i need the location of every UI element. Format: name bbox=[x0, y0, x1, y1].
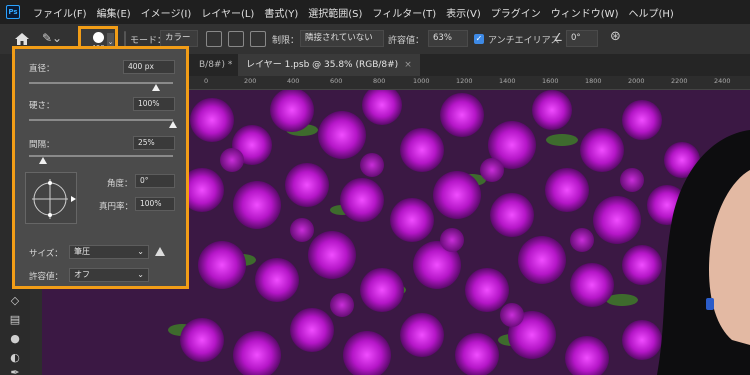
horizontal-ruler: 0 200 400 600 800 1000 1200 1400 1600 18… bbox=[184, 76, 750, 90]
ruler-label: 1600 bbox=[542, 77, 559, 85]
menu-window[interactable]: ウィンドウ(W) bbox=[546, 5, 624, 20]
menu-filter[interactable]: フィルター(T) bbox=[367, 5, 441, 20]
menu-select[interactable]: 選択範囲(S) bbox=[303, 5, 367, 20]
size-control-select[interactable]: 筆圧 ⌄ bbox=[69, 245, 149, 259]
diameter-input[interactable]: 400 px bbox=[123, 60, 175, 74]
document-tab-2-label: レイヤー 1.psb @ 35.8% (RGB/8#) bbox=[246, 60, 399, 70]
ruler-label: 1200 bbox=[456, 77, 473, 85]
ruler-label: 1000 bbox=[413, 77, 430, 85]
hardness-slider-thumb[interactable] bbox=[169, 121, 177, 128]
pressure-size-icon[interactable]: ⊛ bbox=[610, 29, 621, 44]
antialias-checkbox[interactable]: ✓ bbox=[474, 34, 484, 44]
home-icon[interactable] bbox=[14, 32, 30, 46]
tolerance-control-label: 許容値： bbox=[29, 272, 64, 282]
menu-layer[interactable]: レイヤー(L) bbox=[196, 5, 259, 20]
angle-input[interactable]: 0° bbox=[135, 174, 175, 188]
limit-select[interactable]: 隣接されていない bbox=[300, 30, 384, 47]
blur-tool-icon[interactable]: ● bbox=[8, 332, 22, 346]
close-icon[interactable]: × bbox=[404, 60, 412, 70]
ruler-label: 200 bbox=[244, 77, 257, 85]
limit-label: 制限： bbox=[272, 36, 300, 46]
spacing-label: 間隔： bbox=[29, 140, 55, 150]
ruler-label: 2400 bbox=[714, 77, 731, 85]
warning-icon bbox=[155, 247, 165, 256]
spacing-slider-thumb[interactable] bbox=[39, 157, 48, 164]
diameter-label: 直径： bbox=[29, 64, 55, 74]
brush-preset-popup: 直径： 400 px 硬さ： 100% 間隔： 25% 角度： 0° 真円率： … bbox=[12, 46, 189, 289]
hardness-label: 硬さ： bbox=[29, 101, 55, 111]
menu-bar: Ps ファイル(F) 編集(E) イメージ(I) レイヤー(L) 書式(Y) 選… bbox=[0, 0, 750, 24]
menu-type[interactable]: 書式(Y) bbox=[259, 5, 303, 20]
diameter-slider-thumb[interactable] bbox=[151, 84, 160, 91]
document-tab-1-label: B/8#) * bbox=[199, 60, 233, 70]
ruler-label: 1800 bbox=[585, 77, 602, 85]
eraser-tool-icon[interactable]: ◇ bbox=[8, 294, 22, 308]
tolerance-input[interactable]: 63% bbox=[428, 30, 468, 47]
chevron-down-icon: ⌄ bbox=[137, 247, 144, 256]
ruler-label: 400 bbox=[287, 77, 300, 85]
spacing-input[interactable]: 25% bbox=[133, 136, 175, 150]
roundness-input[interactable]: 100% bbox=[135, 197, 175, 211]
photoshop-window: Ps ファイル(F) 編集(E) イメージ(I) レイヤー(L) 書式(Y) 選… bbox=[0, 0, 750, 375]
ruler-label: 0 bbox=[204, 77, 209, 85]
brush-angle-preview[interactable] bbox=[25, 172, 77, 224]
hardness-slider-track[interactable] bbox=[29, 119, 173, 121]
ruler-label: 2200 bbox=[671, 77, 688, 85]
menu-help[interactable]: ヘルプ(H) bbox=[623, 5, 678, 20]
angle-label: 角度： bbox=[107, 179, 133, 189]
roundness-label: 真円率： bbox=[99, 202, 134, 212]
pen-tool-icon[interactable]: ✒ bbox=[8, 366, 22, 375]
sample-once-icon[interactable] bbox=[206, 31, 222, 47]
document-tab-2[interactable]: レイヤー 1.psb @ 35.8% (RGB/8#) × bbox=[238, 54, 420, 76]
tolerance-label: 許容値： bbox=[388, 36, 425, 46]
size-control-value: 筆圧 bbox=[74, 247, 90, 256]
ruler-label: 800 bbox=[373, 77, 386, 85]
menu-plugins[interactable]: プラグイン bbox=[486, 5, 546, 20]
brush-tip-icon bbox=[93, 32, 104, 43]
tolerance-control-value: オフ bbox=[74, 270, 90, 279]
antialias-label: アンチエイリアス bbox=[488, 36, 560, 46]
size-control-label: サイズ： bbox=[29, 249, 63, 259]
spacing-slider-track[interactable] bbox=[29, 155, 173, 157]
hardness-input[interactable]: 100% bbox=[133, 97, 175, 111]
menu-image[interactable]: イメージ(I) bbox=[136, 5, 197, 20]
menu-view[interactable]: 表示(V) bbox=[441, 5, 486, 20]
ruler-label: 2000 bbox=[628, 77, 645, 85]
chevron-down-icon: ⌄ bbox=[137, 270, 144, 279]
tolerance-control-select[interactable]: オフ ⌄ bbox=[69, 268, 149, 282]
angle-icon: ∠ bbox=[553, 31, 563, 44]
angle-input[interactable]: 0° bbox=[566, 30, 598, 47]
menu-file[interactable]: ファイル(F) bbox=[28, 5, 92, 20]
ruler-label: 600 bbox=[330, 77, 343, 85]
menu-edit[interactable]: 編集(E) bbox=[92, 5, 136, 20]
sample-continuous-icon[interactable] bbox=[228, 31, 244, 47]
gradient-tool-icon[interactable]: ▤ bbox=[8, 313, 22, 327]
app-logo: Ps bbox=[6, 5, 20, 19]
dodge-tool-icon[interactable]: ◐ bbox=[8, 351, 22, 365]
mode-select[interactable]: カラー bbox=[160, 30, 198, 47]
sample-background-icon[interactable] bbox=[250, 31, 266, 47]
ruler-label: 1400 bbox=[499, 77, 516, 85]
tool-preset-icon[interactable]: ✎⌄ bbox=[42, 31, 68, 47]
